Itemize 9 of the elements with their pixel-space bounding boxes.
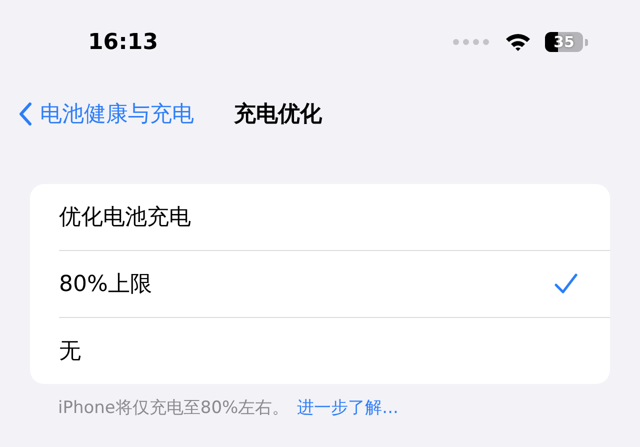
page-title: 充电优化 bbox=[234, 100, 322, 129]
option-row[interactable]: 无 bbox=[59, 318, 610, 384]
signal-icon bbox=[453, 39, 489, 45]
option-row[interactable]: 80%上限 bbox=[59, 251, 610, 318]
footer-note: iPhone将仅充电至80%左右。 进一步了解... bbox=[58, 397, 400, 419]
wifi-icon bbox=[505, 32, 531, 52]
chevron-left-icon bbox=[18, 102, 32, 126]
status-time: 16:13 bbox=[88, 30, 158, 54]
option-row[interactable]: 优化电池充电 bbox=[59, 184, 610, 251]
